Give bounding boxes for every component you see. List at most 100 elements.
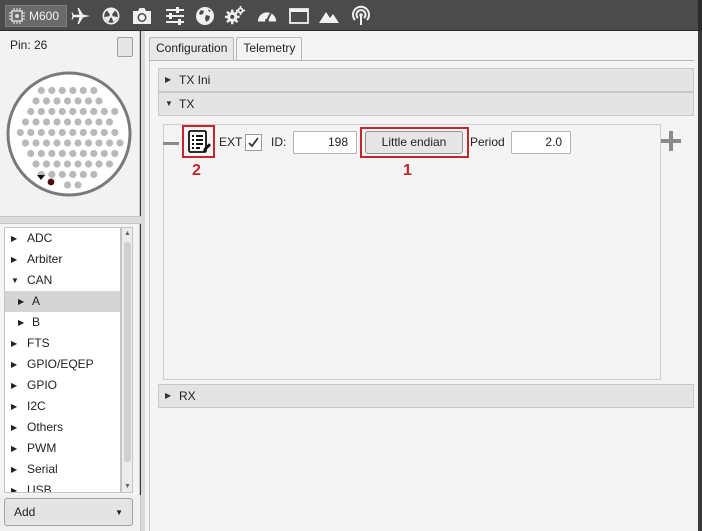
tree-item-i2c[interactable]: ▶ I2C bbox=[5, 396, 120, 417]
connector-pin[interactable] bbox=[90, 128, 98, 137]
connector-pin[interactable] bbox=[48, 149, 56, 158]
connector-pin[interactable] bbox=[111, 128, 119, 137]
connector-pin[interactable] bbox=[16, 128, 24, 137]
connector-pin[interactable] bbox=[58, 170, 66, 179]
connector-pin[interactable] bbox=[79, 128, 87, 137]
connector-pin[interactable] bbox=[48, 128, 56, 137]
connector-pin[interactable] bbox=[105, 118, 114, 126]
connector-pin[interactable] bbox=[58, 149, 66, 158]
connector-pin[interactable] bbox=[32, 160, 40, 168]
section-rx[interactable]: ▶ RX bbox=[158, 384, 694, 408]
window-icon[interactable] bbox=[288, 5, 310, 27]
connector-pin[interactable] bbox=[32, 118, 40, 126]
airplane-icon[interactable] bbox=[70, 5, 92, 27]
connector-pin[interactable] bbox=[48, 107, 56, 116]
connector-pin[interactable] bbox=[69, 107, 77, 116]
connector-pin[interactable] bbox=[32, 139, 40, 147]
connector-pin[interactable] bbox=[74, 181, 82, 189]
tree-item-can[interactable]: ▼ CAN bbox=[5, 270, 120, 291]
connector-pin[interactable] bbox=[37, 128, 45, 137]
connector-pin[interactable] bbox=[84, 97, 93, 105]
scroll-up-icon[interactable]: ▲ bbox=[124, 230, 131, 237]
ext-checkbox[interactable] bbox=[245, 134, 262, 151]
sliders-icon[interactable] bbox=[164, 5, 186, 27]
connector-pin[interactable] bbox=[79, 170, 87, 179]
connector-pin[interactable] bbox=[100, 128, 108, 137]
remove-icon[interactable] bbox=[162, 134, 180, 152]
connector-pin[interactable] bbox=[58, 86, 66, 95]
device-selector[interactable]: M600 bbox=[5, 5, 67, 27]
connector-pin[interactable] bbox=[53, 139, 61, 147]
connector-pin[interactable] bbox=[95, 118, 103, 126]
connector-pin[interactable] bbox=[58, 107, 66, 116]
gears-icon[interactable] bbox=[224, 5, 246, 27]
connector-pin[interactable] bbox=[105, 139, 114, 147]
connector-pin[interactable] bbox=[37, 149, 45, 158]
connector-pin[interactable] bbox=[63, 160, 72, 168]
connector-pin[interactable] bbox=[48, 170, 56, 179]
connector-pin[interactable] bbox=[21, 139, 30, 147]
connector-pin[interactable] bbox=[74, 97, 82, 105]
connector-pin[interactable] bbox=[42, 118, 51, 126]
connector-pin[interactable] bbox=[63, 118, 72, 126]
endian-toggle-button[interactable]: Little endian bbox=[365, 131, 463, 154]
connector-pin[interactable] bbox=[90, 86, 98, 95]
connector-pin[interactable] bbox=[69, 86, 77, 95]
tree-item-arbiter[interactable]: ▶ Arbiter bbox=[5, 249, 120, 270]
connector-pin[interactable] bbox=[74, 139, 82, 147]
connector-pin[interactable] bbox=[95, 139, 103, 147]
connector-pin[interactable] bbox=[63, 181, 72, 189]
connector-pin[interactable] bbox=[58, 128, 66, 137]
connector-pin[interactable] bbox=[84, 118, 93, 126]
scrollbar-thumb[interactable] bbox=[124, 242, 131, 462]
camera-icon[interactable] bbox=[131, 5, 153, 27]
section-tx-ini[interactable]: ▶ TX Ini bbox=[158, 68, 694, 92]
mountain-icon[interactable] bbox=[318, 5, 340, 27]
connector-pin[interactable] bbox=[42, 160, 51, 168]
globe-icon[interactable] bbox=[194, 5, 216, 27]
connector-pin[interactable] bbox=[27, 107, 35, 116]
connector-pin[interactable] bbox=[21, 118, 30, 126]
connector-pin[interactable] bbox=[74, 118, 82, 126]
connector-pin[interactable] bbox=[53, 160, 61, 168]
section-tx[interactable]: ▼ TX bbox=[158, 92, 694, 116]
connector-pin[interactable] bbox=[95, 160, 103, 168]
tree-item-serial[interactable]: ▶ Serial bbox=[5, 459, 120, 480]
connector-pin[interactable] bbox=[105, 160, 114, 168]
add-dropdown-button[interactable]: Add ▼ bbox=[4, 498, 133, 526]
connector-pin[interactable] bbox=[32, 97, 40, 105]
tree-item-fts[interactable]: ▶ FTS bbox=[5, 333, 120, 354]
id-field[interactable]: 198 bbox=[293, 131, 357, 154]
tab-telemetry[interactable]: Telemetry bbox=[236, 37, 303, 60]
connector-pin[interactable] bbox=[74, 160, 82, 168]
connector-pin[interactable] bbox=[69, 128, 77, 137]
connector-pin[interactable] bbox=[79, 86, 87, 95]
tree-item-can-a[interactable]: ▶ A bbox=[5, 291, 120, 312]
connector-pin[interactable] bbox=[111, 149, 119, 158]
connector-pin[interactable] bbox=[63, 139, 72, 147]
connector-pin[interactable] bbox=[42, 139, 51, 147]
connector-pin[interactable] bbox=[100, 149, 108, 158]
connector-pin[interactable] bbox=[90, 107, 98, 116]
tree-item-others[interactable]: ▶ Others bbox=[5, 417, 120, 438]
tree-item-pwm[interactable]: ▶ PWM bbox=[5, 438, 120, 459]
connector-pin[interactable] bbox=[53, 97, 61, 105]
tree-item-usb[interactable]: ▶ USB bbox=[5, 480, 120, 492]
pin-toggle-button[interactable] bbox=[117, 37, 133, 57]
radiation-icon[interactable] bbox=[100, 5, 122, 27]
connector-pin[interactable] bbox=[79, 107, 87, 116]
connector-pin[interactable] bbox=[95, 97, 103, 105]
connector-pin[interactable] bbox=[37, 86, 45, 95]
tree-scrollbar[interactable]: ▲ ▼ bbox=[121, 227, 133, 493]
tree-item-gpio-eqep[interactable]: ▶ GPIO/EQEP bbox=[5, 354, 120, 375]
connector-pin-diagram[interactable] bbox=[6, 71, 132, 197]
connector-pin[interactable] bbox=[90, 170, 98, 179]
period-field[interactable]: 2.0 bbox=[511, 131, 571, 154]
connector-pin[interactable] bbox=[69, 149, 77, 158]
connector-pin[interactable] bbox=[37, 107, 45, 116]
connector-pin[interactable] bbox=[53, 118, 61, 126]
scroll-down-icon[interactable]: ▼ bbox=[124, 483, 131, 490]
connector-pin[interactable] bbox=[84, 160, 93, 168]
connector-pin[interactable] bbox=[116, 139, 124, 147]
connector-pin[interactable] bbox=[111, 107, 119, 116]
